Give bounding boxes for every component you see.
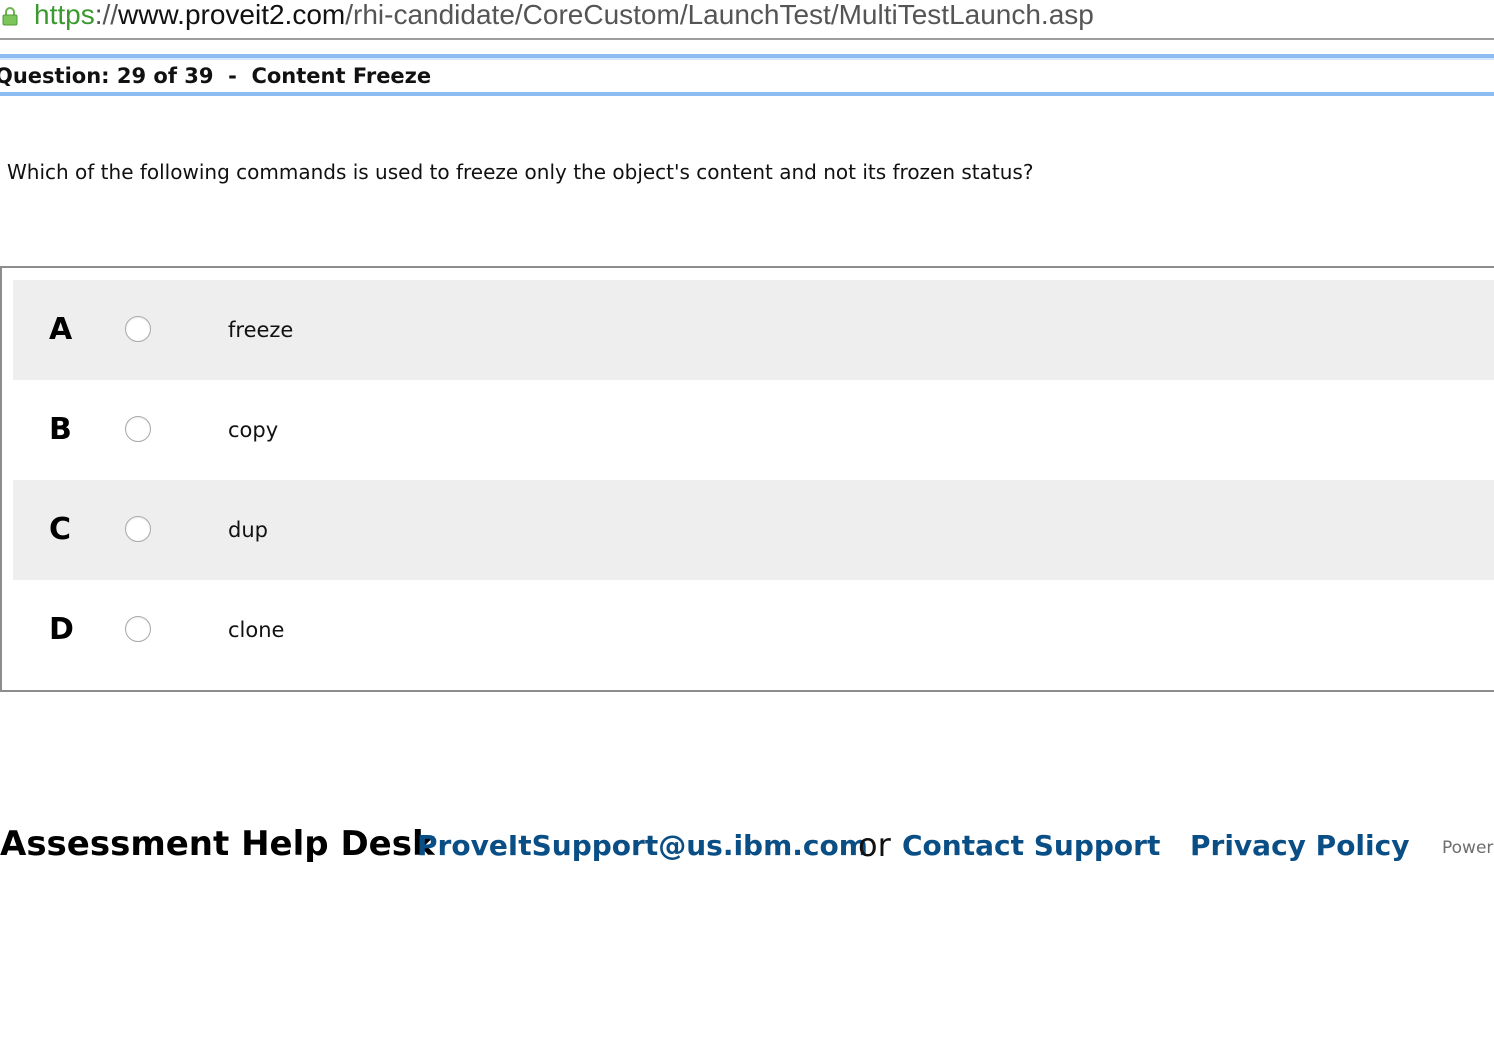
answer-option-a[interactable]: A freeze — [13, 280, 1494, 380]
answer-radio-b[interactable] — [125, 416, 151, 442]
url-path: /rhi-candidate/CoreCustom/LaunchTest/Mul… — [345, 0, 1094, 30]
answer-option-c[interactable]: C dup — [13, 480, 1494, 580]
answer-radio-d[interactable] — [125, 616, 151, 642]
answer-option-b[interactable]: B copy — [13, 380, 1494, 480]
support-email-link[interactable]: ProveItSupport@us.ibm.com — [417, 826, 868, 866]
page-footer: Assessment Help Desk ProveItSupport@us.i… — [0, 820, 1494, 870]
address-url[interactable]: https://www.proveit2.com/rhi-candidate/C… — [34, 0, 1094, 32]
url-host: www.proveit2.com — [118, 0, 346, 30]
answer-text: dup — [228, 518, 268, 542]
answer-letter: B — [49, 412, 72, 447]
answer-options-panel: A freeze B copy C dup D clone — [0, 266, 1494, 692]
answer-option-d[interactable]: D clone — [13, 580, 1494, 680]
answer-letter: C — [49, 512, 72, 547]
answer-text: copy — [228, 418, 279, 442]
question-header-bar: Question: 29 of 39 - Content Freeze — [0, 54, 1494, 96]
answer-text: clone — [228, 618, 285, 642]
url-separator: :// — [94, 0, 119, 30]
privacy-policy-link[interactable]: Privacy Policy — [1190, 826, 1409, 866]
question-header-title: Question: 29 of 39 - Content Freeze — [0, 64, 432, 88]
answer-letter: A — [49, 312, 73, 347]
browser-address-bar[interactable]: https://www.proveit2.com/rhi-candidate/C… — [0, 0, 1494, 40]
url-scheme: https — [34, 0, 95, 30]
question-text: Which of the following commands is used … — [7, 160, 1034, 184]
footer-or-text: or — [858, 826, 891, 864]
contact-support-link[interactable]: Contact Support — [902, 826, 1160, 866]
lock-icon — [2, 7, 18, 26]
powered-by-text: Power — [1442, 838, 1494, 858]
help-desk-title: Assessment Help Desk — [0, 824, 435, 864]
answer-text: freeze — [228, 318, 294, 342]
answer-radio-a[interactable] — [125, 316, 151, 342]
answer-letter: D — [49, 612, 74, 647]
answer-radio-c[interactable] — [125, 516, 151, 542]
